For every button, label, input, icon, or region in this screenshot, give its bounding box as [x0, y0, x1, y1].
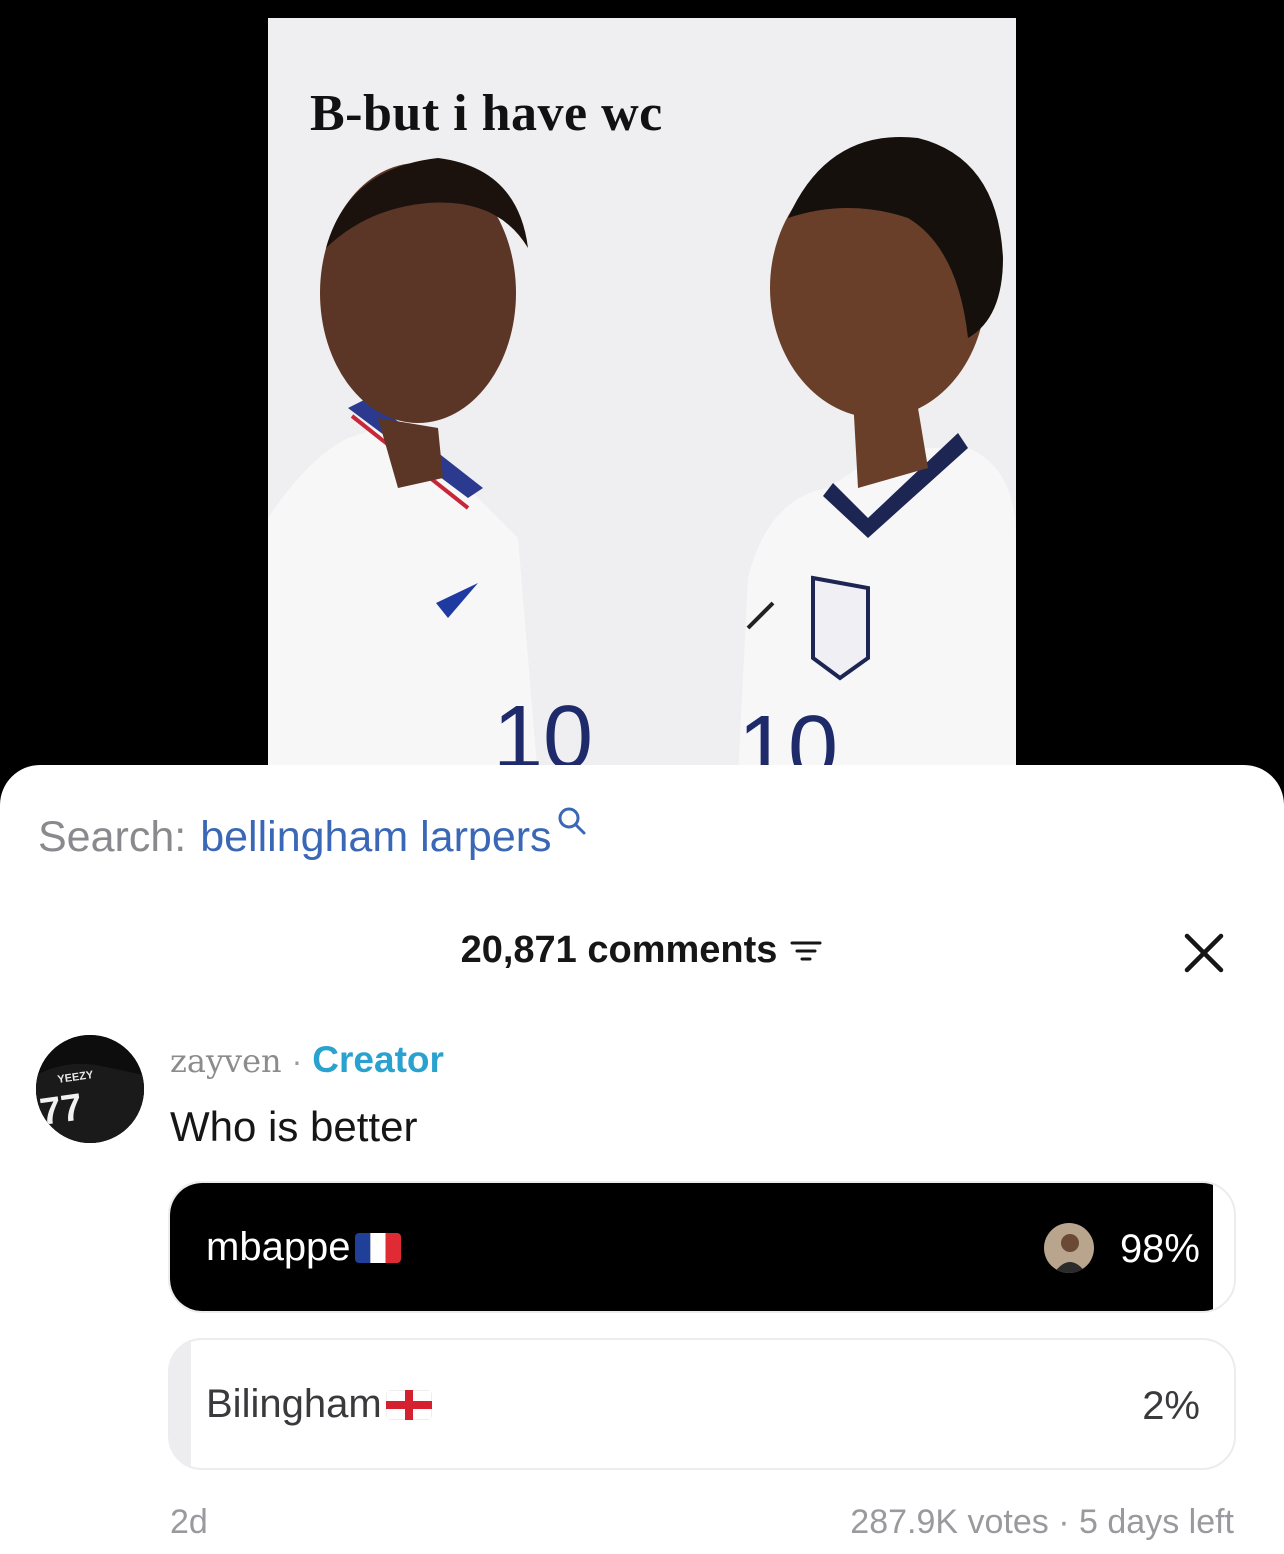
comment-text: Who is better [170, 1103, 418, 1150]
voter-avatar [1044, 1223, 1094, 1273]
creator-badge: Creator [312, 1039, 444, 1080]
comments-header: 20,871 comments [0, 929, 1284, 972]
close-icon[interactable] [1182, 931, 1226, 975]
poll-option-label: mbappe [206, 1225, 401, 1270]
comments-sheet: Search: bellingham larpers 20,871 commen… [0, 765, 1284, 1554]
meme-image: 10 10 B-but i have wc [268, 18, 1016, 778]
avatar[interactable]: YEEZY 77 [36, 1035, 144, 1143]
poll-votes: 287.9K votes [850, 1503, 1049, 1541]
france-flag [354, 1232, 401, 1263]
search-prefix: Search: [38, 813, 187, 861]
avatar-jersey-image: YEEZY 77 [36, 1035, 144, 1143]
comments-count: 20,871 comments [460, 929, 778, 971]
meme-caption: B-but i have wc [310, 85, 663, 142]
poll-option-bilingham[interactable]: Bilingham 2% [168, 1338, 1236, 1470]
poll-fill-bar [170, 1340, 192, 1468]
poll-time-left: 5 days left [1079, 1503, 1234, 1541]
poll-percentage: 2% [1142, 1384, 1200, 1428]
left-player-figure: 10 [268, 158, 593, 778]
poll-option-label: Bilingham [206, 1382, 432, 1427]
poll-meta-separator: · [1058, 1503, 1070, 1541]
comment-timestamp: 2d [170, 1503, 208, 1541]
poll-option-text: Bilingham [206, 1382, 382, 1426]
search-icon[interactable] [556, 805, 588, 837]
england-flag [385, 1389, 432, 1420]
poll-option-mbappe[interactable]: mbappe 98% [168, 1181, 1236, 1313]
poll-option-text: mbappe [206, 1225, 351, 1269]
svg-text:77: 77 [37, 1086, 85, 1133]
poll-meta: 287.9K votes · 5 days left [850, 1503, 1234, 1542]
author-separator: · [291, 1043, 303, 1079]
author-name[interactable]: zayven [170, 1042, 282, 1080]
comment-author-row: zayven · Creator [170, 1039, 444, 1081]
right-player-figure: 10 [738, 137, 1016, 778]
poll-percentage: 98% [1119, 1227, 1200, 1271]
search-suggestion[interactable]: Search: bellingham larpers [38, 807, 588, 862]
search-term[interactable]: bellingham larpers [200, 813, 551, 862]
filter-icon[interactable] [789, 936, 823, 966]
video-player[interactable]: 10 10 B-but i have wc [0, 0, 1284, 790]
